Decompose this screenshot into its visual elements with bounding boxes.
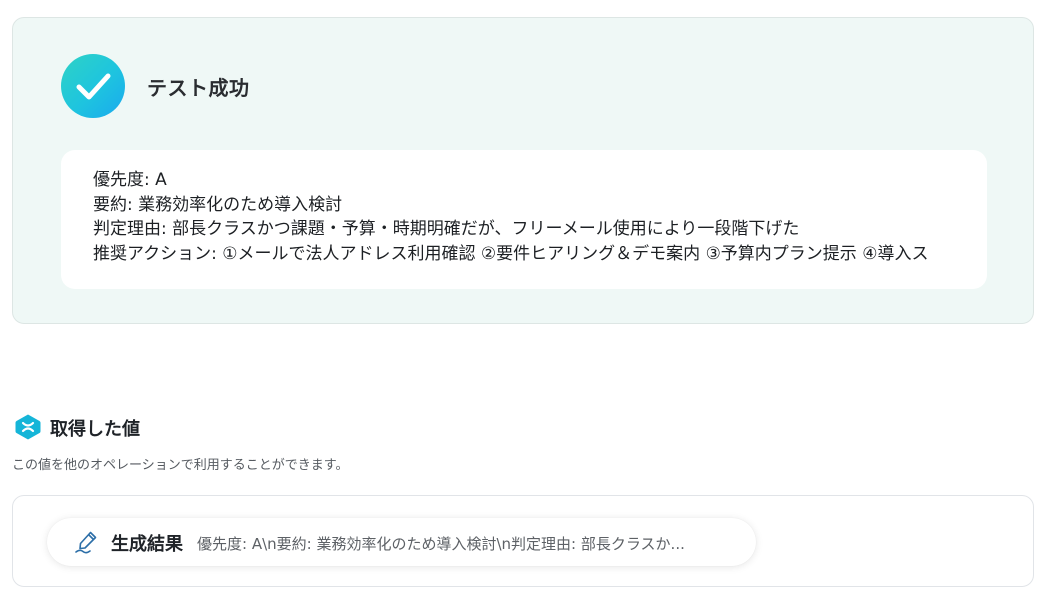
acquired-values-description: この値を他のオペレーションで利用することができます。: [12, 458, 349, 473]
result-line: 優先度: A: [93, 170, 167, 190]
check-icon: [61, 54, 125, 118]
result-line: 判定理由: 部長クラスかつ課題・予算・時期明確だが、フリーメール使用により一段階…: [93, 219, 800, 239]
result-text: 優先度: A 要約: 業務効率化のため導入検討 判定理由: 部長クラスかつ課題・…: [93, 168, 987, 266]
generated-result-chip[interactable]: 生成結果 優先度: A\n要約: 業務効率化のため導入検討\n判定理由: 部長ク…: [47, 518, 756, 566]
chip-label: 生成結果: [111, 534, 183, 555]
test-success-card: テスト成功 優先度: A 要約: 業務効率化のため導入検討 判定理由: 部長クラ…: [12, 17, 1034, 324]
result-line: 推奨アクション: ①メールで法人アドレス利用確認 ②要件ヒアリング＆デモ案内 ③…: [93, 243, 929, 264]
yoom-hexagon-icon: [14, 413, 42, 441]
chip-value: 優先度: A\n要約: 業務効率化のため導入検討\n判定理由: 部長クラスか..…: [197, 535, 685, 553]
acquired-values-panel: 生成結果 優先度: A\n要約: 業務効率化のため導入検討\n判定理由: 部長ク…: [12, 495, 1034, 587]
pen-icon: [74, 529, 100, 555]
result-line: 要約: 業務効率化のため導入検討: [93, 194, 343, 215]
success-title: テスト成功: [147, 76, 250, 100]
test-result-box: 優先度: A 要約: 業務効率化のため導入検討 判定理由: 部長クラスかつ課題・…: [61, 150, 987, 289]
acquired-values-title: 取得した値: [50, 419, 140, 440]
